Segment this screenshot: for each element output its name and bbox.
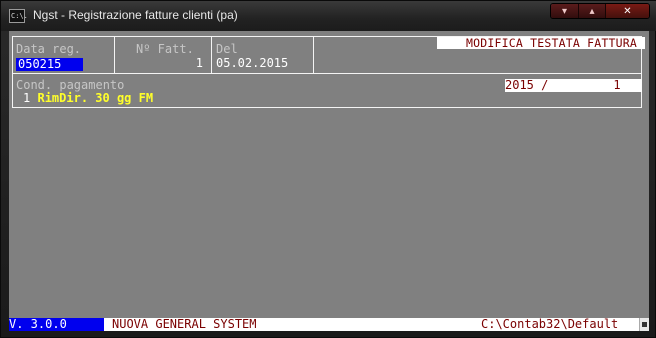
invoice-header-frame: Data reg. 050215 Nº Fatt. 1 Del 05.02.20… [12, 36, 645, 74]
window-controls: ▾ ▴ ✕ [550, 3, 650, 19]
system-name: NUOVA GENERAL SYSTEM [112, 317, 257, 331]
console-app-icon[interactable]: C:\. [9, 9, 28, 23]
status-bar: V. 3.0.0 NUOVA GENERAL SYSTEM C:\Contab3… [9, 318, 649, 331]
title-bar[interactable]: C:\. Ngst - Registrazione fatture client… [1, 1, 656, 31]
nfatt-label: Nº Fatt. [136, 42, 194, 56]
del-date-value[interactable]: 05.02.2015 [216, 57, 288, 70]
field-separator [313, 37, 314, 73]
data-reg-label: Data reg. [16, 42, 82, 56]
payment-code: 1 [23, 91, 31, 105]
restore-button[interactable]: ▴ [578, 4, 605, 18]
nfatt-value[interactable]: 1 [163, 57, 203, 70]
field-separator [211, 37, 212, 73]
console-area: Data reg. 050215 Nº Fatt. 1 Del 05.02.20… [9, 31, 649, 331]
data-reg-input[interactable]: 050215 [16, 58, 83, 71]
mode-banner: MODIFICA TESTATA FATTURA [437, 37, 645, 49]
payment-description: RimDir. 30 gg FM [37, 91, 154, 105]
minimize-button[interactable]: ▾ [551, 4, 578, 18]
payment-frame: Cond. pagamento 1 RimDir. 30 gg FM 2015 … [12, 72, 642, 108]
del-label: Del [216, 42, 238, 56]
close-button[interactable]: ✕ [605, 4, 649, 18]
field-separator [114, 37, 115, 73]
version-label: V. 3.0.0 [9, 318, 104, 331]
window-title: Ngst - Registrazione fatture clienti (pa… [33, 8, 238, 22]
year-number-box: 2015 / 1 [505, 79, 642, 92]
app-window: C:\. Ngst - Registrazione fatture client… [0, 0, 656, 338]
data-path: C:\Contab32\Default [481, 317, 619, 331]
payment-terms-field[interactable]: 1 RimDir. 30 gg FM [23, 92, 153, 105]
resize-grip-icon[interactable] [639, 318, 649, 331]
